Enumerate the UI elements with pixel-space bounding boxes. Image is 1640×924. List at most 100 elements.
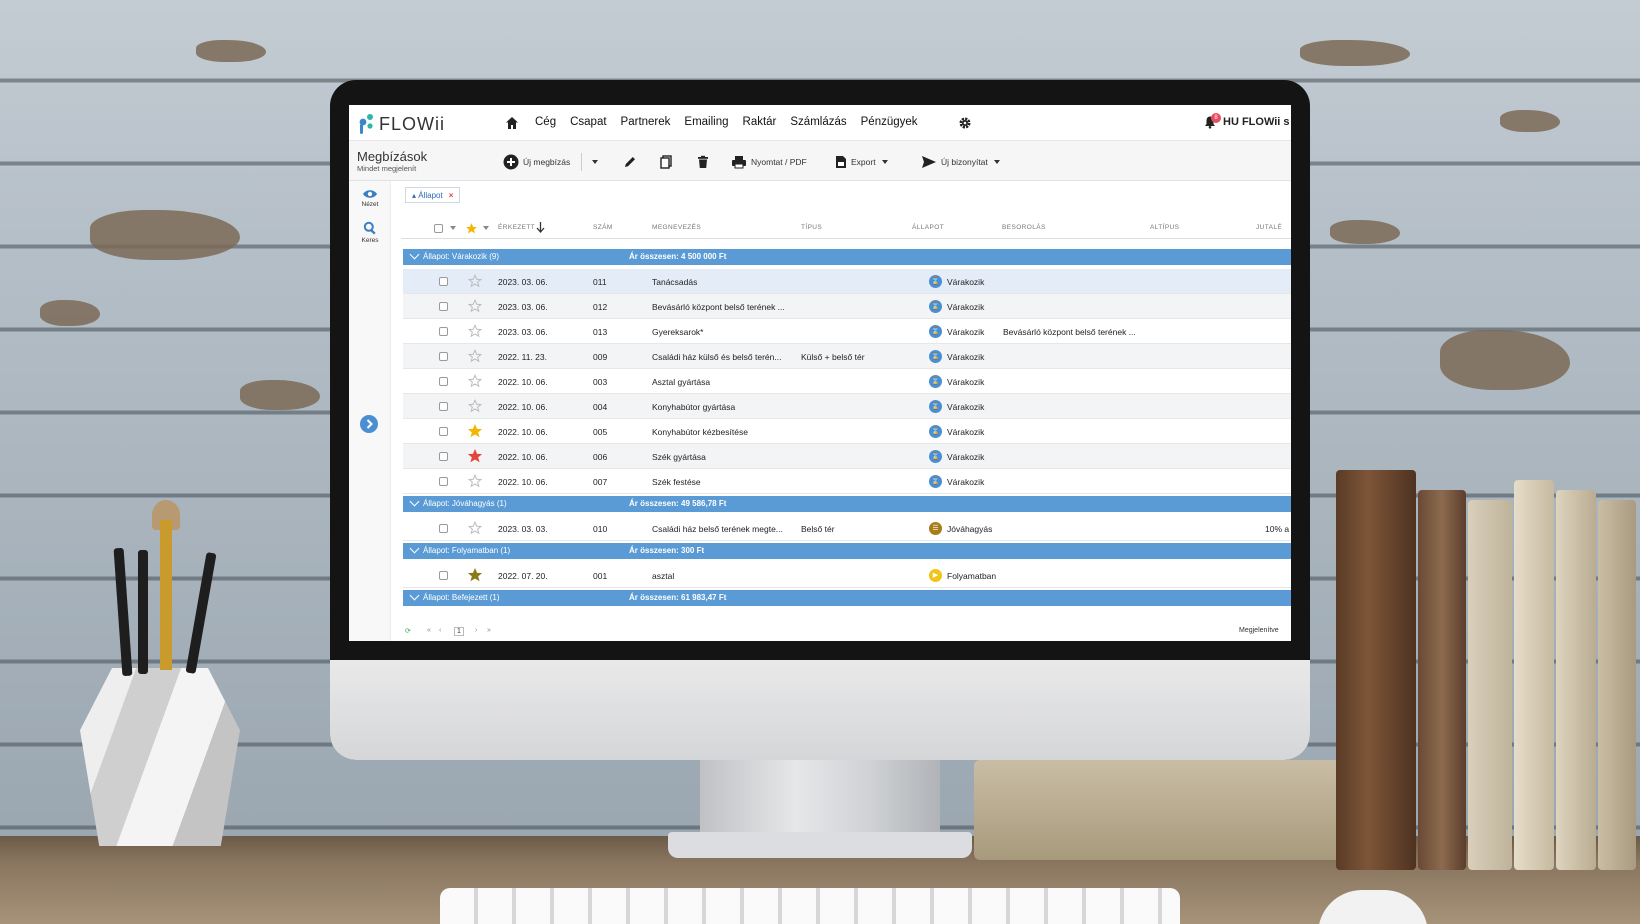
table-row[interactable]: 2023. 03. 06. 013 Gyereksarok* ⌛ Várakozik Be…: [403, 319, 1291, 344]
flowii-logo[interactable]: FLOWii: [357, 113, 445, 135]
row-checkbox[interactable]: [439, 452, 448, 461]
row-checkbox[interactable]: [439, 427, 448, 436]
star-icon[interactable]: [468, 374, 482, 388]
row-checkbox[interactable]: [439, 327, 448, 336]
cell-number: 009: [593, 352, 608, 362]
select-all-checkbox[interactable]: [434, 224, 443, 233]
cell-date: 2023. 03. 06.: [498, 302, 548, 312]
cell-name: asztal: [652, 571, 675, 581]
next-page-icon[interactable]: ›: [475, 627, 477, 634]
star-icon[interactable]: [468, 521, 482, 535]
export-button[interactable]: Export: [835, 153, 888, 171]
chevron-down-icon[interactable]: [409, 249, 420, 260]
row-checkbox[interactable]: [439, 302, 448, 311]
paint-chip: [1440, 330, 1570, 390]
star-icon[interactable]: [468, 474, 482, 488]
table-row[interactable]: 2022. 10. 06. 004 Konyhabútor gyártása ⌛ Vár…: [403, 394, 1291, 419]
nav-item-ceg[interactable]: Cég: [535, 116, 556, 128]
select-menu-chevron-icon[interactable]: [450, 226, 456, 230]
cell-number: 007: [593, 477, 608, 487]
row-checkbox[interactable]: [439, 377, 448, 386]
star-icon[interactable]: [468, 299, 482, 313]
page-number[interactable]: 1: [454, 627, 464, 636]
status-icon: ⌛: [929, 400, 942, 413]
company-switcher[interactable]: HU FLOWii s: [1223, 116, 1290, 128]
copy-button[interactable]: [659, 153, 677, 171]
column-header-type[interactable]: TÍPUS: [801, 224, 822, 231]
row-checkbox[interactable]: [439, 477, 448, 486]
nav-item-penzugyek[interactable]: Pénzügyek: [861, 116, 918, 128]
row-checkbox[interactable]: [439, 352, 448, 361]
search-button[interactable]: Keres: [349, 221, 391, 244]
group-label: Állapot: Befejezett (1): [423, 593, 500, 602]
last-page-icon[interactable]: »: [487, 627, 491, 634]
table-row[interactable]: 2023. 03. 06. 011 Tanácsadás ⌛ Várakozik: [403, 269, 1291, 294]
nav-item-emailing[interactable]: Emailing: [684, 116, 728, 128]
row-checkbox[interactable]: [439, 402, 448, 411]
nav-item-csapat[interactable]: Csapat: [570, 116, 606, 128]
copy-icon: [660, 155, 672, 169]
edit-button[interactable]: [623, 153, 641, 171]
remove-filter-icon[interactable]: ×: [449, 191, 454, 200]
group-header[interactable]: Állapot: Folyamatban (1) Ár összesen: 300…: [403, 543, 1291, 559]
star-icon[interactable]: [468, 449, 482, 463]
print-pdf-button[interactable]: Nyomtat / PDF: [731, 153, 807, 171]
star-menu-chevron-icon[interactable]: [483, 226, 489, 230]
chevron-down-icon[interactable]: [409, 543, 420, 554]
view-button[interactable]: Nézet: [349, 189, 391, 208]
column-header-number[interactable]: SZÁM: [593, 224, 613, 231]
chevron-down-icon[interactable]: [409, 590, 420, 601]
star-icon[interactable]: [468, 349, 482, 363]
star-icon[interactable]: [468, 274, 482, 288]
new-order-button[interactable]: Új megbízás: [503, 153, 570, 171]
status-icon: ⌛: [929, 375, 942, 388]
book: [1336, 470, 1416, 870]
sort-arrow-down-icon[interactable]: [536, 222, 545, 233]
status-label: Várakozik: [947, 476, 985, 487]
prev-page-icon[interactable]: ‹: [439, 627, 441, 634]
row-checkbox[interactable]: [439, 524, 448, 533]
table-row[interactable]: 2022. 10. 06. 005 Konyhabútor kézbesítése ⌛…: [403, 419, 1291, 444]
cell-status: ⌛ Várakozik: [929, 425, 984, 438]
star-icon[interactable]: [468, 424, 482, 438]
nav-item-raktar[interactable]: Raktár: [743, 116, 777, 128]
chevron-down-icon[interactable]: [409, 496, 420, 507]
row-checkbox[interactable]: [439, 277, 448, 286]
group-header[interactable]: Állapot: Befejezett (1) Ár összesen: 61 9…: [403, 590, 1291, 606]
table-row[interactable]: 2022. 10. 06. 003 Asztal gyártása ⌛ Várakozi…: [403, 369, 1291, 394]
first-page-icon[interactable]: «: [427, 627, 431, 634]
gear-icon[interactable]: [958, 116, 972, 130]
star-filter-icon[interactable]: [465, 222, 478, 235]
column-header-classification[interactable]: BESOROLÁS: [1002, 224, 1046, 231]
home-icon[interactable]: [505, 116, 519, 130]
delete-button[interactable]: [696, 153, 714, 171]
group-header[interactable]: Állapot: Várakozik (9) Ár összesen: 4 500…: [403, 249, 1291, 265]
expand-sidebar-button[interactable]: [360, 415, 378, 433]
column-header-name[interactable]: MEGNEVEZÉS: [652, 224, 701, 231]
column-header-subtype[interactable]: ALTÍPUS: [1150, 224, 1179, 231]
table-row[interactable]: 2022. 11. 23. 009 Családi ház külső és bel…: [403, 344, 1291, 369]
column-header-commission[interactable]: JUTALÉ: [1256, 224, 1282, 231]
star-icon[interactable]: [468, 568, 482, 582]
group-header[interactable]: Állapot: Jóváhagyás (1) Ár összesen: 49 5…: [403, 496, 1291, 512]
book: [1598, 500, 1636, 870]
filter-chip-status[interactable]: ▴ Állapot ×: [405, 187, 461, 203]
star-icon[interactable]: [468, 324, 482, 338]
nav-item-szamlazas[interactable]: Számlázás: [790, 116, 846, 128]
table-row[interactable]: 2022. 10. 06. 007 Szék festése ⌛ Várakozik: [403, 469, 1291, 494]
refresh-icon[interactable]: ⟳: [405, 627, 411, 635]
new-document-button[interactable]: Új bizonyítat: [921, 153, 1000, 171]
column-header-received[interactable]: ÉRKEZETT: [498, 224, 535, 231]
new-order-dropdown[interactable]: [581, 153, 598, 171]
table-row[interactable]: 2023. 03. 06. 012 Bevásárló központ belső …: [403, 294, 1291, 319]
row-checkbox[interactable]: [439, 571, 448, 580]
status-icon: ▶: [929, 569, 942, 582]
nav-item-partnerek[interactable]: Partnerek: [621, 116, 671, 128]
table-row[interactable]: 2022. 10. 06. 006 Szék gyártása ⌛ Várakozik: [403, 444, 1291, 469]
column-header-status[interactable]: ÁLLAPOT: [912, 224, 944, 231]
table-row[interactable]: 2022. 07. 20. 001 asztal ▶ Folyamatban: [403, 563, 1291, 588]
book: [1418, 490, 1466, 870]
table-row[interactable]: 2023. 03. 03. 010 Családi ház belső teréne…: [403, 516, 1291, 541]
cell-status: ⌛ Várakozik: [929, 400, 984, 413]
star-icon[interactable]: [468, 399, 482, 413]
